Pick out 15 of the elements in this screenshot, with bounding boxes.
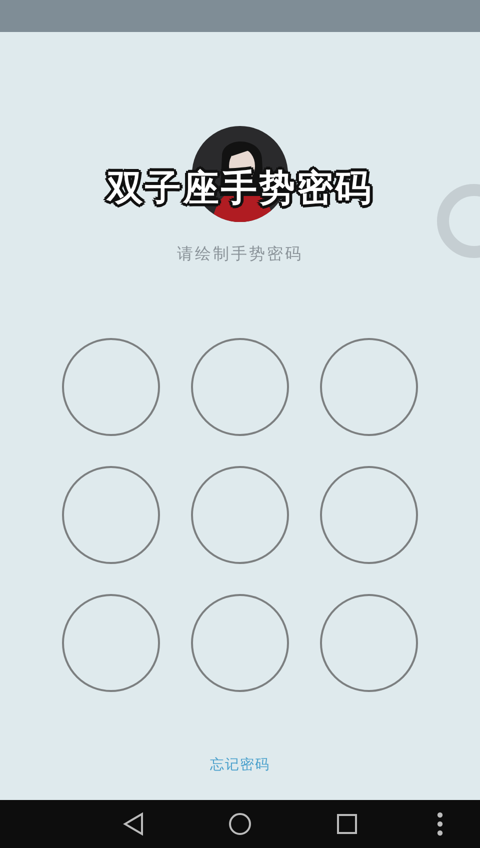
pattern-dot[interactable]	[62, 594, 160, 692]
menu-icon[interactable]	[436, 811, 444, 837]
pattern-dot[interactable]	[320, 466, 418, 564]
pattern-dot[interactable]	[62, 466, 160, 564]
pattern-dot[interactable]	[62, 338, 160, 436]
pattern-dot[interactable]	[320, 338, 418, 436]
pattern-dot[interactable]	[320, 594, 418, 692]
pattern-dot[interactable]	[191, 466, 289, 564]
back-icon[interactable]	[122, 812, 144, 836]
pattern-dot[interactable]	[191, 338, 289, 436]
pattern-dot[interactable]	[191, 594, 289, 692]
forgot-password-link[interactable]: 忘记密码	[210, 757, 270, 773]
recent-apps-icon[interactable]	[336, 813, 358, 835]
instruction-text: 请绘制手势密码	[177, 244, 303, 263]
home-icon[interactable]	[228, 812, 252, 836]
